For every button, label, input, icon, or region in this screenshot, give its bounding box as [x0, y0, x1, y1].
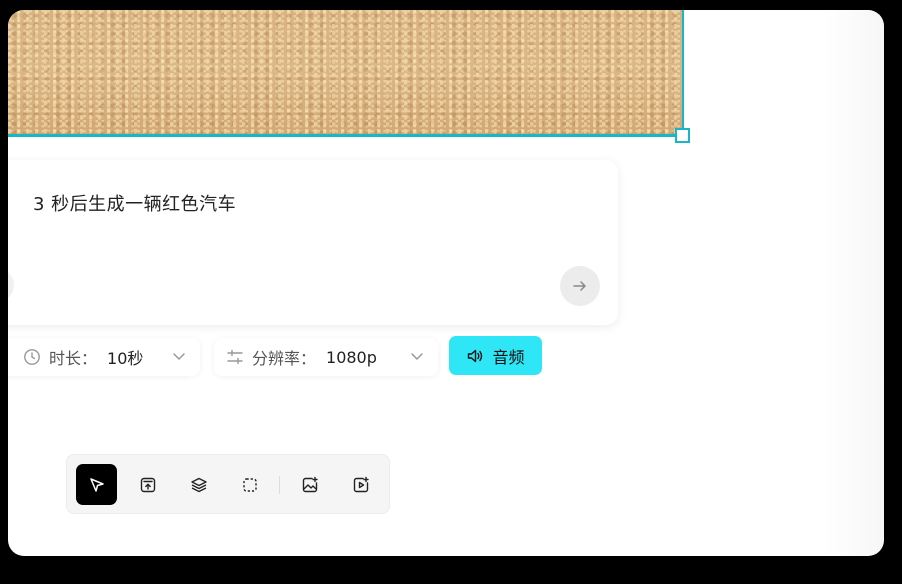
- tool-marquee-select[interactable]: [229, 464, 270, 505]
- selection-icon: [242, 477, 257, 492]
- speaker-icon: [468, 349, 483, 362]
- prompt-card[interactable]: 3 秒后生成一辆红色汽车: [8, 160, 618, 325]
- chevron-down-icon: [411, 353, 423, 360]
- duration-label: 时长：: [49, 349, 98, 368]
- resolution-value: 1080p: [326, 347, 377, 367]
- tool-layers[interactable]: [178, 464, 219, 505]
- tool-upload[interactable]: [127, 464, 168, 505]
- audio-button[interactable]: 音频: [449, 336, 542, 375]
- tool-select[interactable]: [76, 464, 117, 505]
- app-window: 3 秒后生成一辆红色汽车 时长： 10秒 分辨率： 1080p 音频: [8, 10, 884, 556]
- resolution-label: 分辨率：: [252, 349, 317, 368]
- arrow-right-icon: [573, 281, 586, 291]
- clock-icon: [24, 349, 40, 365]
- resize-handle[interactable]: [675, 128, 690, 143]
- send-button[interactable]: [560, 266, 600, 306]
- resolution-select[interactable]: 分辨率： 1080p: [214, 338, 438, 376]
- image-generate-icon: [302, 476, 318, 492]
- toolbar-divider: [279, 476, 280, 494]
- layers-icon: [190, 477, 207, 492]
- duration-select[interactable]: 时长： 10秒: [8, 338, 200, 376]
- tool-image-generate[interactable]: [289, 464, 330, 505]
- attach-button[interactable]: [8, 268, 14, 302]
- prompt-text[interactable]: 3 秒后生成一辆红色汽车: [33, 190, 236, 216]
- chevron-down-icon: [173, 353, 185, 360]
- canvas-image[interactable]: [8, 10, 684, 137]
- duration-value: 10秒: [107, 349, 144, 368]
- upload-icon: [140, 477, 155, 492]
- bottom-toolbar: [66, 454, 390, 514]
- video-generate-icon: [353, 476, 369, 492]
- audio-label: 音频: [492, 347, 525, 367]
- cursor-icon: [89, 477, 104, 492]
- tool-video-generate[interactable]: [340, 464, 381, 505]
- sliders-icon: [227, 349, 243, 365]
